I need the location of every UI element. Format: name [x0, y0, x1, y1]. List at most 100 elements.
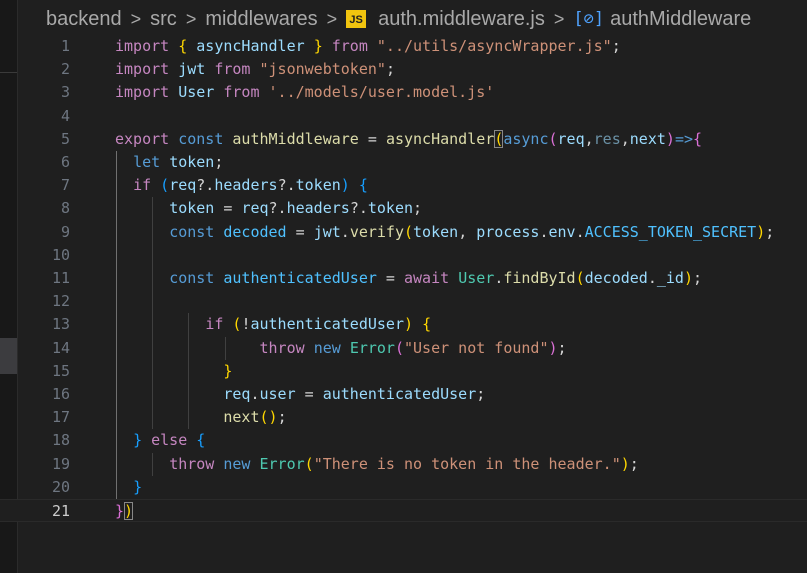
code-token: req [223, 385, 251, 403]
code-line[interactable]: 20 } [0, 476, 807, 499]
chevron-right-icon: > [130, 8, 142, 29]
code-token: headers [286, 199, 350, 218]
code-token: ) [756, 222, 766, 241]
line-number: 19 [51, 454, 70, 473]
code-token: Error [349, 338, 395, 357]
code-line[interactable]: 5 export const authMiddleware = asyncHand… [0, 128, 807, 151]
line-number: 13 [51, 315, 70, 334]
code-line[interactable]: 10 [0, 244, 807, 267]
indent-guide [152, 197, 154, 430]
line-number: 20 [51, 477, 70, 496]
code-token: ( [394, 338, 404, 357]
code-token: import [115, 60, 170, 79]
code-token: } [133, 477, 143, 496]
breadcrumb-file[interactable]: auth.middleware.js [378, 8, 545, 31]
breadcrumb-item-middlewares[interactable]: middlewares [205, 8, 317, 31]
line-number: 14 [51, 338, 70, 357]
line-number: 16 [51, 385, 70, 403]
code-line[interactable]: 7 if (req?.headers?.token) { [0, 174, 807, 197]
line-number: 1 [60, 37, 70, 55]
line-number: 21 [51, 502, 70, 520]
code-text: const decoded = jwt.verify(token, proces… [115, 221, 774, 244]
indent-guide [116, 151, 117, 499]
code-token: else [151, 431, 188, 450]
code-line[interactable]: 14 throw new Error("User not found"); [0, 337, 807, 360]
code-token: = [286, 222, 314, 241]
code-token: _id [656, 269, 684, 287]
line-number: 11 [51, 269, 70, 287]
code-line[interactable]: 11 const authenticatedUser = await User.… [0, 267, 807, 290]
code-line[interactable]: 15 } [0, 360, 807, 383]
code-token: token [413, 222, 459, 241]
line-number: 5 [60, 129, 70, 148]
code-line[interactable]: 21}) [0, 499, 807, 522]
code-token: decoded [584, 269, 648, 287]
code-token: "User not found" [404, 338, 549, 357]
chevron-right-icon: > [553, 8, 565, 29]
code-token: { [422, 315, 432, 334]
line-number: 10 [51, 245, 70, 264]
code-line[interactable]: 13 if (!authenticatedUser) { [0, 313, 807, 336]
code-token: authMiddleware [232, 129, 359, 148]
variable-symbol-icon: [⊘] [573, 9, 605, 29]
code-token: , [458, 222, 477, 241]
breadcrumb-item-backend[interactable]: backend [46, 8, 122, 31]
line-number: 8 [60, 199, 70, 218]
code-token: req [169, 176, 197, 195]
code-line[interactable]: 9 const decoded = jwt.verify(token, proc… [0, 221, 807, 244]
code-token: } [223, 361, 233, 380]
code-token: export [115, 129, 170, 148]
code-text: if (!authenticatedUser) { [115, 313, 431, 336]
code-token: ) [665, 129, 675, 148]
code-line[interactable]: 17 next(); [0, 406, 807, 429]
breadcrumb-item-src[interactable]: src [150, 8, 177, 31]
code-token: process [476, 222, 540, 241]
code-line[interactable]: 12 [0, 290, 807, 313]
line-number: 7 [60, 176, 70, 195]
code-line[interactable]: 16 req.user = authenticatedUser; [0, 383, 807, 406]
code-text: if (req?.headers?.token) { [115, 174, 368, 197]
code-line[interactable]: 2 import jwt from "jsonwebtoken"; [0, 58, 807, 81]
line-number: 15 [51, 361, 70, 380]
code-token: . [575, 222, 585, 241]
code-token: const [169, 269, 215, 287]
code-line[interactable]: 6 let token; [0, 151, 807, 174]
code-line[interactable]: 3 import User from '../models/user.model.… [0, 81, 807, 104]
code-line[interactable]: 19 throw new Error("There is no token in… [0, 453, 807, 476]
code-token: await [404, 269, 450, 287]
code-line[interactable]: 4 [0, 105, 807, 128]
code-token: ) [620, 454, 630, 473]
code-token: Error [259, 454, 305, 473]
code-line[interactable]: 18 } else { [0, 429, 807, 452]
code-token: res [593, 129, 621, 148]
code-token: token [169, 153, 215, 171]
code-token: ; [611, 37, 621, 55]
code-token: ( [575, 269, 585, 287]
breadcrumb-symbol[interactable]: authMiddleware [610, 8, 751, 31]
code-line[interactable]: 1 import { asyncHandler } from "../utils/… [0, 35, 807, 58]
code-token: ( [404, 222, 414, 241]
code-token: ?. [349, 199, 368, 218]
code-token: User [178, 83, 215, 102]
code-text: token = req?.headers?.token; [115, 197, 422, 220]
code-line[interactable]: 8 token = req?.headers?.token; [0, 197, 807, 220]
code-token: { [358, 176, 368, 195]
code-token: decoded [223, 222, 287, 241]
code-text: } [115, 476, 142, 499]
